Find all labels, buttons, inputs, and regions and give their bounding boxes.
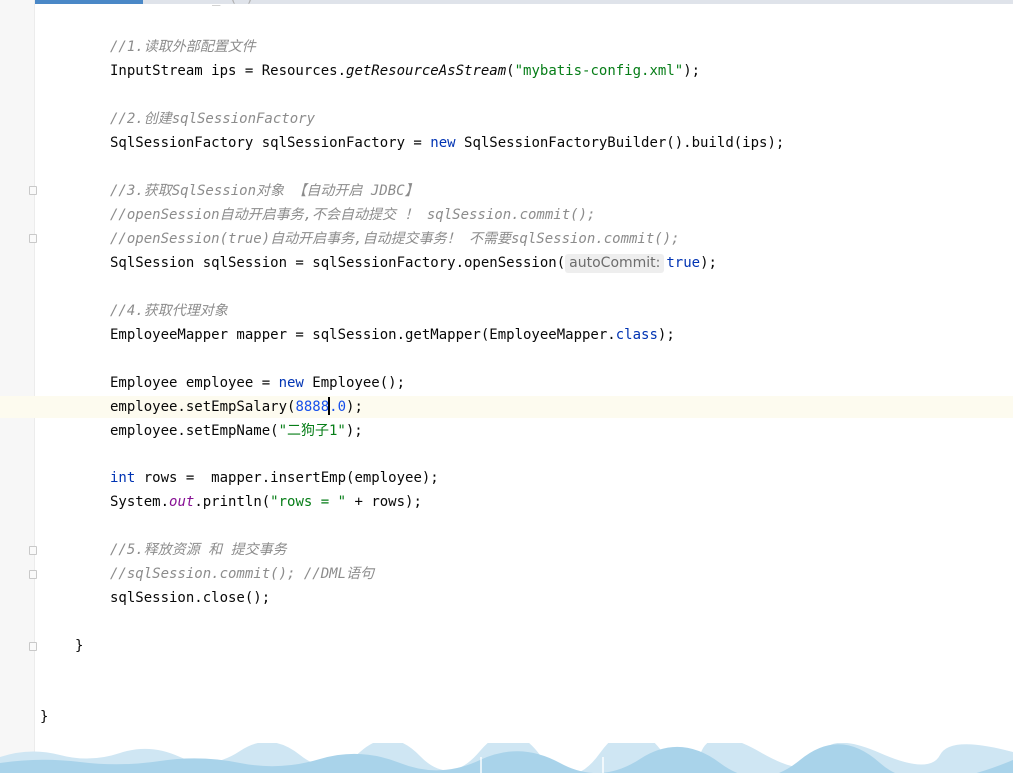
code-token: employee.setEmpName(: [110, 423, 279, 439]
code-line[interactable]: //5.释放资源 和 提交事务: [0, 539, 1013, 561]
code-token: Employee();: [303, 375, 406, 391]
code-token: );: [346, 399, 363, 415]
comment: //4.获取代理对象: [110, 303, 228, 319]
keyword: class: [615, 327, 658, 343]
comment: //sqlSession.commit(); //DML语句: [110, 566, 375, 582]
string-literal: "rows = ": [270, 494, 347, 510]
code-line[interactable]: //openSession(true)自动开启事务,自动提交事务！ 不需要sql…: [0, 228, 1013, 250]
code-token: employee.setEmpSalary(: [110, 399, 296, 415]
comment: //3.获取SqlSession对象 【自动开启 JDBC】: [110, 183, 419, 199]
code-line[interactable]: //sqlSession.commit(); //DML语句: [0, 563, 1013, 585]
code-line[interactable]: }: [0, 706, 1013, 728]
code-line[interactable]: //2.创建sqlSessionFactory: [0, 108, 1013, 130]
code-editor[interactable]: _ ( ) //1.读取外部配置文件 InputStream ips = Res…: [0, 0, 1013, 773]
keyword: new: [430, 135, 456, 151]
closing-brace: }: [75, 638, 84, 654]
code-line[interactable]: EmployeeMapper mapper = sqlSession.getMa…: [0, 324, 1013, 346]
code-line[interactable]: Employee employee = new Employee();: [0, 372, 1013, 394]
code-line[interactable]: employee.setEmpName("二狗子1");: [0, 420, 1013, 442]
code-line[interactable]: _ ( ): [0, 0, 1013, 9]
code-line[interactable]: InputStream ips = Resources.getResourceA…: [0, 60, 1013, 82]
number-literal: .0: [329, 399, 347, 415]
code-token: );: [683, 63, 701, 79]
code-token: InputStream ips = Resources.: [110, 63, 347, 79]
keyword: int: [110, 470, 136, 486]
number-literal: 8888: [295, 399, 330, 415]
code-token: + rows);: [346, 494, 422, 510]
code-token: SqlSessionFactoryBuilder().build(ips);: [455, 135, 785, 151]
code-token: );: [657, 327, 675, 343]
parameter-hint: autoCommit:: [565, 254, 665, 273]
footer-decoration: [0, 743, 1013, 773]
code-token: EmployeeMapper mapper = sqlSession.getMa…: [110, 327, 616, 343]
code-line[interactable]: sqlSession.close();: [0, 587, 1013, 609]
code-line[interactable]: SqlSession sqlSession = sqlSessionFactor…: [0, 252, 1013, 274]
code-token: SqlSession sqlSession = sqlSessionFactor…: [110, 255, 566, 271]
code-line[interactable]: //4.获取代理对象: [0, 300, 1013, 322]
comment: //openSession(true)自动开启事务,自动提交事务！ 不需要sql…: [110, 231, 680, 247]
string-literal: "mybatis-config.xml": [514, 63, 684, 79]
code-line[interactable]: }: [0, 635, 1013, 657]
method-name: getResourceAsStream: [346, 63, 507, 79]
code-line[interactable]: System.out.println("rows = " + rows);: [0, 491, 1013, 513]
comment: //5.释放资源 和 提交事务: [110, 542, 287, 558]
current-code-line[interactable]: employee.setEmpSalary(8888.0);: [0, 396, 1013, 418]
code-line[interactable]: int rows = mapper.insertEmp(employee);: [0, 467, 1013, 489]
code-token: System.: [110, 494, 170, 510]
code-token: Employee employee =: [110, 375, 279, 391]
code-line[interactable]: //openSession自动开启事务,不会自动提交 ！ sqlSession.…: [0, 204, 1013, 226]
code-token: sqlSession.close();: [110, 590, 271, 606]
static-field: out: [169, 494, 195, 510]
comment: //1.读取外部配置文件: [110, 39, 256, 55]
code-line[interactable]: //1.读取外部配置文件: [0, 36, 1013, 58]
code-line[interactable]: //3.获取SqlSession对象 【自动开启 JDBC】: [0, 180, 1013, 202]
code-token: rows = mapper.insertEmp(employee);: [135, 470, 439, 486]
code-token: );: [345, 423, 363, 439]
code-line[interactable]: SqlSessionFactory sqlSessionFactory = ne…: [0, 132, 1013, 154]
code-token: );: [700, 255, 717, 271]
code-token: SqlSessionFactory sqlSessionFactory =: [110, 135, 431, 151]
partial-line-text: _ ( ): [212, 0, 254, 9]
string-literal: "二狗子1": [278, 423, 346, 439]
comment: //2.创建sqlSessionFactory: [110, 111, 316, 127]
keyword: new: [278, 375, 304, 391]
comment: //openSession自动开启事务,不会自动提交 ！ sqlSession.…: [110, 207, 596, 223]
keyword: true: [666, 255, 701, 271]
closing-brace: }: [40, 709, 49, 725]
code-token: .println(: [194, 494, 271, 510]
